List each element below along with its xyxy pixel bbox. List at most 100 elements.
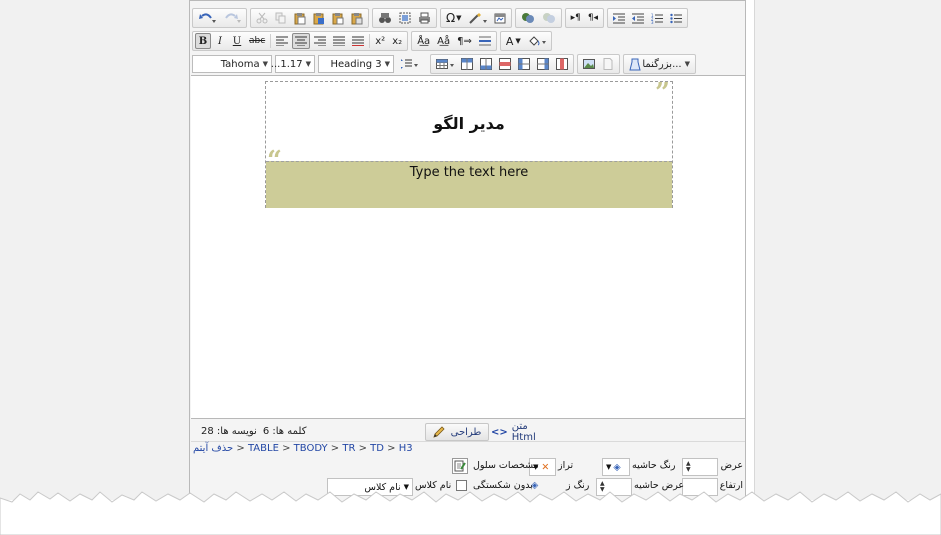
select-all-button[interactable] <box>396 10 414 26</box>
select-all-icon <box>399 12 411 24</box>
insert-row-above-button[interactable] <box>458 56 476 72</box>
ordered-list-button[interactable]: 123 <box>648 10 666 26</box>
cell-properties-label: مشخصات سلول <box>473 460 539 471</box>
breadcrumb-item-td[interactable]: TD <box>370 443 384 454</box>
dropdown-arrow-icon: ▼ <box>305 60 311 68</box>
paragraph-format-select[interactable]: Heading 3 ▼ <box>318 55 394 73</box>
quote-open-icon: ” <box>655 78 670 108</box>
formatting-group: B I U abc x² x₂ <box>192 31 409 51</box>
align-right-button[interactable] <box>311 33 329 49</box>
ltr-button[interactable]: ▸¶ <box>568 10 584 26</box>
bold-icon: B <box>198 35 208 47</box>
tools-group <box>372 8 437 28</box>
breadcrumb-item-table[interactable]: TABLE <box>248 443 279 454</box>
insert-document-button[interactable] <box>599 56 617 72</box>
remove-format-button[interactable] <box>349 33 367 49</box>
design-mode-tab[interactable]: طراحی <box>425 423 489 441</box>
border-color-label: رنگ حاشیه <box>632 460 676 471</box>
delete-column-button[interactable] <box>553 56 571 72</box>
superscript-icon: x² <box>375 35 386 47</box>
rich-text-editor: Ω ▼ ▸¶ ¶◂ 123 B I U abc x² x₂ Å͟a A͟å ¶⇒… <box>189 0 746 501</box>
undo-button[interactable] <box>195 10 219 26</box>
zoom-icon-button[interactable] <box>626 56 644 72</box>
template-quote-block[interactable]: ” مدیر الگو “ Type the text here <box>265 78 673 208</box>
delete-row-button[interactable] <box>496 56 514 72</box>
separator <box>270 34 272 48</box>
paste-word-button[interactable] <box>310 10 328 26</box>
line-height-select[interactable]: ...1.17 ▼ <box>271 55 315 73</box>
special-char-button[interactable]: Ω ▼ <box>443 10 465 26</box>
strikethrough-button[interactable]: abc <box>246 33 268 49</box>
template-text-cell[interactable]: Type the text here <box>266 161 672 208</box>
width-input[interactable]: ▲ ▼ <box>682 458 718 476</box>
indent-icon <box>613 13 626 23</box>
copy-button[interactable] <box>272 10 290 26</box>
template-heading[interactable]: مدیر الگو <box>266 114 672 133</box>
case-group: Å͟a A͟å ¶⇒ <box>411 31 497 51</box>
paste-icon <box>294 12 306 24</box>
indent-button[interactable] <box>610 10 628 26</box>
remove-link-button[interactable] <box>539 10 559 26</box>
paste-button[interactable] <box>291 10 309 26</box>
align-center-button[interactable] <box>292 33 311 49</box>
bold-button[interactable]: B <box>195 33 211 49</box>
highlight-color-button[interactable] <box>525 33 549 49</box>
dropdown-arrow-icon: ▼ <box>684 60 690 68</box>
document-icon <box>603 58 613 70</box>
uppercase-button[interactable]: Å͟a <box>414 33 433 49</box>
font-color-button[interactable]: A ▼ <box>503 33 524 49</box>
insert-table-button[interactable] <box>433 56 457 72</box>
justify-button[interactable] <box>330 33 348 49</box>
paste-html-button[interactable] <box>348 10 366 26</box>
rtl-button[interactable]: ¶◂ <box>585 10 601 26</box>
uppercase-icon: Å͟a <box>417 35 431 47</box>
lowercase-button[interactable]: A͟å <box>434 33 453 49</box>
remove-item-link[interactable]: حذف آیتم <box>193 443 233 454</box>
insert-column-left-button[interactable] <box>515 56 533 72</box>
find-button[interactable] <box>375 10 395 26</box>
insert-snippet-button[interactable] <box>466 10 490 26</box>
word-count-value: 6 <box>262 426 270 437</box>
unordered-list-button[interactable] <box>667 10 685 26</box>
char-count: نویسه ها: 28 <box>201 426 257 437</box>
word-char-counts: کلمه ها: 6 نویسه ها: 28 <box>201 426 306 437</box>
zoom-select[interactable]: بزرگنما... ▼ <box>642 55 693 73</box>
delete-row-icon <box>499 58 511 70</box>
breadcrumb-item-tbody[interactable]: TBODY <box>294 443 328 454</box>
outdent-icon <box>632 13 645 23</box>
insert-date-button[interactable] <box>491 10 509 26</box>
paste-text-button[interactable] <box>329 10 347 26</box>
cut-button[interactable] <box>253 10 271 26</box>
paragraph-button[interactable]: ¶⇒ <box>454 33 475 49</box>
svg-text:3: 3 <box>651 20 654 24</box>
superscript-button[interactable]: x² <box>372 33 388 49</box>
outdent-button[interactable] <box>629 10 647 26</box>
insert-link-button[interactable] <box>518 10 538 26</box>
word-count: کلمه ها: 6 <box>263 426 307 437</box>
word-count-label: کلمه ها: <box>272 426 307 437</box>
pencil-icon <box>432 426 445 438</box>
insert-row-below-button[interactable] <box>477 56 495 72</box>
italic-button[interactable]: I <box>212 33 228 49</box>
print-button[interactable] <box>415 10 434 26</box>
cell-properties-button[interactable] <box>452 458 468 474</box>
font-name-select[interactable]: Tahoma ▼ <box>192 55 272 73</box>
breadcrumb-item-tr[interactable]: TR <box>342 443 355 454</box>
breadcrumb-item-h3[interactable]: H3 <box>399 443 413 454</box>
insert-column-right-button[interactable] <box>534 56 552 72</box>
insert-image-button[interactable] <box>580 56 598 72</box>
redo-button[interactable] <box>220 10 244 26</box>
border-color-picker[interactable]: ▼ ◈ <box>602 458 630 476</box>
align-left-button[interactable] <box>273 33 291 49</box>
underline-button[interactable]: U <box>229 33 245 49</box>
editor-content-area[interactable]: ” مدیر الگو “ Type the text here <box>191 75 745 419</box>
dropdown-arrow-icon: ▼ <box>262 60 268 68</box>
spinner-icon: ▲ ▼ <box>686 460 691 473</box>
horizontal-rule-button[interactable] <box>476 33 494 49</box>
line-spacing-button[interactable] <box>397 56 421 72</box>
html-mode-tab[interactable]: <> متن Html <box>491 421 549 443</box>
subscript-button[interactable]: x₂ <box>389 33 405 49</box>
paste-word-icon <box>313 12 324 24</box>
font-name-value: Tahoma <box>220 58 260 70</box>
right-gutter <box>754 0 941 500</box>
